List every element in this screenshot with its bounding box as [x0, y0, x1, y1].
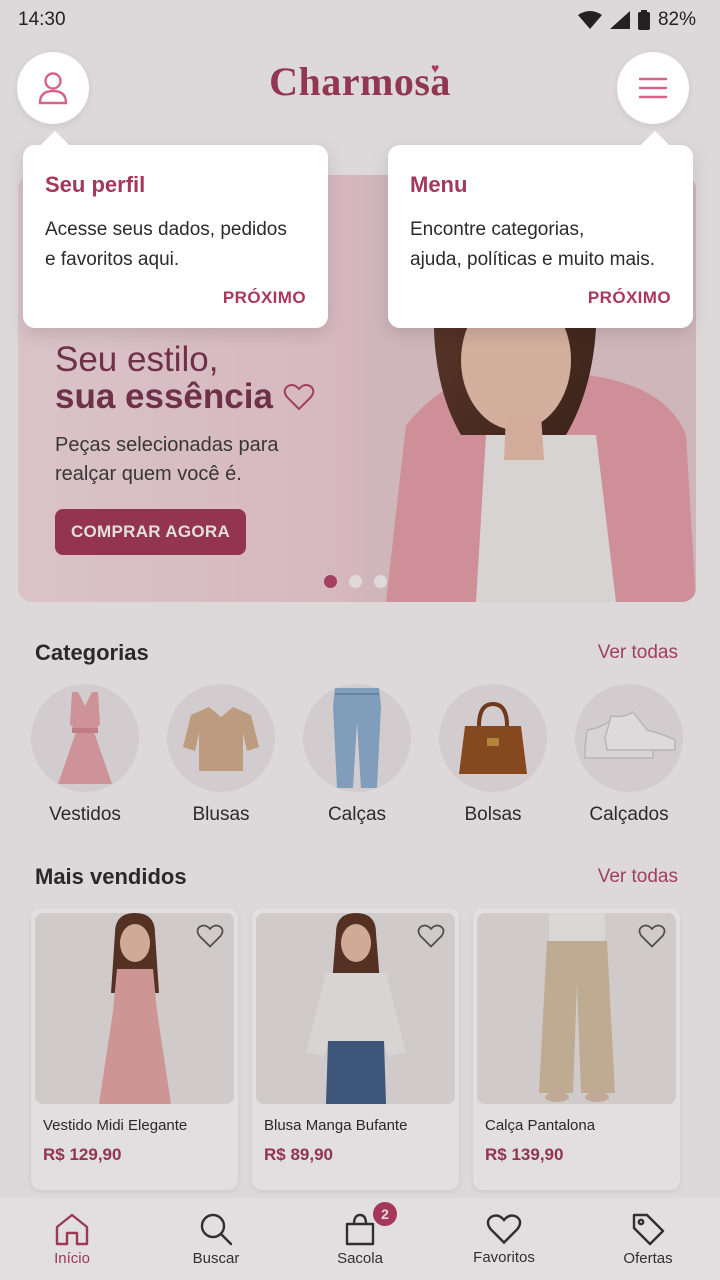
best-sellers-header: Mais vendidos Ver todas — [35, 864, 678, 890]
category-label: Calçados — [589, 804, 669, 825]
bag-icon — [345, 1213, 375, 1245]
home-icon — [55, 1213, 89, 1245]
product-image-blouse — [256, 913, 455, 1104]
product-price: R$ 139,90 — [485, 1145, 564, 1164]
wifi-icon — [577, 11, 602, 29]
category-pants[interactable]: Calças — [303, 684, 411, 826]
battery-icon — [637, 10, 650, 30]
category-shoes[interactable]: Calçados — [575, 684, 683, 826]
categories-see-all-link[interactable]: Ver todas — [598, 642, 678, 664]
hero-subtitle-line2: realçar quem você é. — [55, 463, 242, 485]
battery-percent: 82% — [657, 9, 696, 30]
product-card[interactable]: Calça Pantalona R$ 139,90 — [473, 908, 680, 1190]
heart-icon — [486, 1213, 522, 1244]
nav-label: Sacola — [337, 1249, 383, 1267]
tooltip-title: Seu perfil — [45, 172, 146, 197]
status-time: 14:30 — [18, 9, 66, 30]
tag-icon — [632, 1213, 665, 1245]
tooltip-body: Encontre categorias, ajuda, políticas e … — [410, 215, 671, 275]
app-screen: 14:30 82% Charmosa ♥ Seu estilo, sua ess… — [0, 0, 720, 1280]
category-bags[interactable]: Bolsas — [439, 684, 547, 826]
category-blouses[interactable]: Blusas — [167, 684, 275, 826]
bottom-navigation: Início Buscar 2 Sacola Favoritos Ofertas — [0, 1198, 720, 1280]
profile-button[interactable] — [17, 52, 89, 124]
user-icon — [38, 72, 68, 105]
favorite-heart-icon[interactable] — [196, 923, 224, 949]
carousel-dot[interactable] — [374, 575, 387, 588]
product-price: R$ 89,90 — [264, 1145, 333, 1164]
category-label: Blusas — [192, 804, 250, 825]
product-name: Blusa Manga Bufante — [264, 1117, 408, 1134]
hamburger-icon — [638, 77, 668, 99]
nav-home[interactable]: Início — [0, 1198, 144, 1280]
sneakers-icon — [575, 684, 683, 792]
search-icon — [200, 1213, 233, 1245]
tooltip-body: Acesse seus dados, pedidos e favoritos a… — [45, 215, 306, 275]
menu-button[interactable] — [617, 52, 689, 124]
dress-icon — [31, 684, 139, 792]
carousel-dots — [324, 575, 387, 588]
category-label: Bolsas — [464, 804, 522, 825]
favorite-heart-icon[interactable] — [417, 923, 445, 949]
product-name: Calça Pantalona — [485, 1117, 596, 1134]
nav-search[interactable]: Buscar — [144, 1198, 288, 1280]
categories-header: Categorias Ver todas — [35, 640, 678, 666]
tooltip-next-button[interactable]: PRÓXIMO — [588, 288, 671, 308]
hero-subtitle: Peças selecionadas para realçar quem voc… — [55, 431, 315, 489]
brand-logo[interactable]: Charmosa — [0, 58, 720, 105]
best-sellers-see-all-link[interactable]: Ver todas — [598, 866, 678, 888]
carousel-dot[interactable] — [349, 575, 362, 588]
heart-outline-icon — [283, 384, 315, 411]
tooltip-body-line2: ajuda, políticas e muito mais. — [410, 249, 656, 270]
profile-tooltip: Seu perfil Acesse seus dados, pedidos e … — [23, 145, 328, 328]
category-label: Calças — [327, 804, 387, 825]
logo-heart-icon: ♥ — [431, 60, 440, 76]
nav-label: Ofertas — [623, 1249, 673, 1267]
category-dresses[interactable]: Vestidos — [31, 684, 139, 826]
hero-title-strong: sua essência — [55, 377, 273, 416]
carousel-dot[interactable] — [324, 575, 337, 588]
product-card[interactable]: Vestido Midi Elegante R$ 129,90 — [31, 908, 238, 1190]
nav-bag[interactable]: 2 Sacola — [288, 1198, 432, 1280]
nav-offers[interactable]: Ofertas — [576, 1198, 720, 1280]
category-label: Vestidos — [49, 804, 121, 825]
nav-label: Início — [54, 1249, 90, 1267]
product-name: Vestido Midi Elegante — [43, 1117, 188, 1134]
product-image-pants — [477, 913, 676, 1104]
blouse-icon — [167, 684, 275, 792]
nav-favorites[interactable]: Favoritos — [432, 1198, 576, 1280]
status-bar: 14:30 82% — [0, 0, 720, 40]
products-list: Vestido Midi Elegante R$ 129,90 Blusa Ma… — [31, 908, 680, 1190]
hero-subtitle-line1: Peças selecionadas para — [55, 434, 279, 456]
categories-title: Categorias — [35, 640, 149, 665]
menu-tooltip: Menu Encontre categorias, ajuda, polític… — [388, 145, 693, 328]
bag-count-badge: 2 — [373, 1202, 397, 1226]
hero-title-line2: sua essência — [55, 377, 315, 417]
hero-title-line1: Seu estilo, — [55, 340, 219, 379]
tooltip-body-line2: e favoritos aqui. — [45, 249, 180, 270]
tooltip-body-line1: Acesse seus dados, pedidos — [45, 219, 287, 240]
favorite-heart-icon[interactable] — [638, 923, 666, 949]
signal-icon — [609, 11, 630, 29]
tooltip-title: Menu — [410, 172, 468, 197]
categories-list: Vestidos Blusas Calças Bolsas Calçados — [31, 684, 683, 826]
shop-now-button[interactable]: COMPRAR AGORA — [55, 509, 246, 555]
tooltip-next-button[interactable]: PRÓXIMO — [223, 288, 306, 308]
app-header: Charmosa ♥ — [0, 40, 720, 136]
nav-label: Buscar — [192, 1249, 240, 1267]
product-image-dress — [35, 913, 234, 1104]
product-card[interactable]: Blusa Manga Bufante R$ 89,90 — [252, 908, 459, 1190]
status-icons: 82% — [577, 9, 696, 31]
pants-icon — [303, 684, 411, 792]
product-price: R$ 129,90 — [43, 1145, 122, 1164]
nav-label: Favoritos — [473, 1248, 535, 1266]
tooltip-body-line1: Encontre categorias, — [410, 219, 585, 240]
best-sellers-title: Mais vendidos — [35, 864, 187, 889]
handbag-icon — [439, 684, 547, 792]
